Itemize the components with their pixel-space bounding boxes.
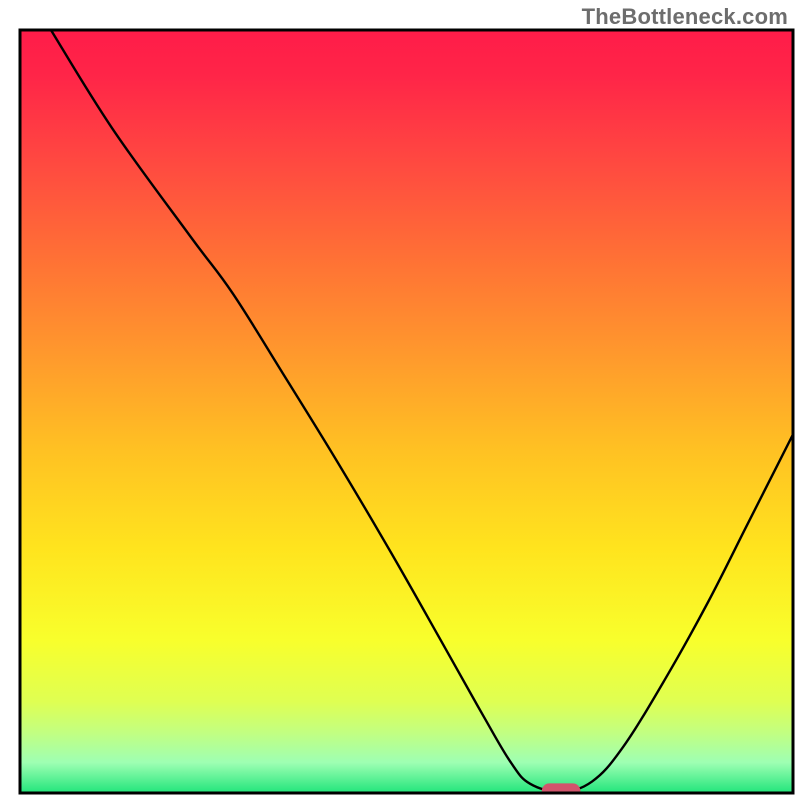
optimal-marker [542, 783, 581, 798]
attribution-label: TheBottleneck.com [582, 4, 788, 30]
chart-background-gradient [20, 30, 793, 793]
bottleneck-chart [0, 0, 800, 800]
